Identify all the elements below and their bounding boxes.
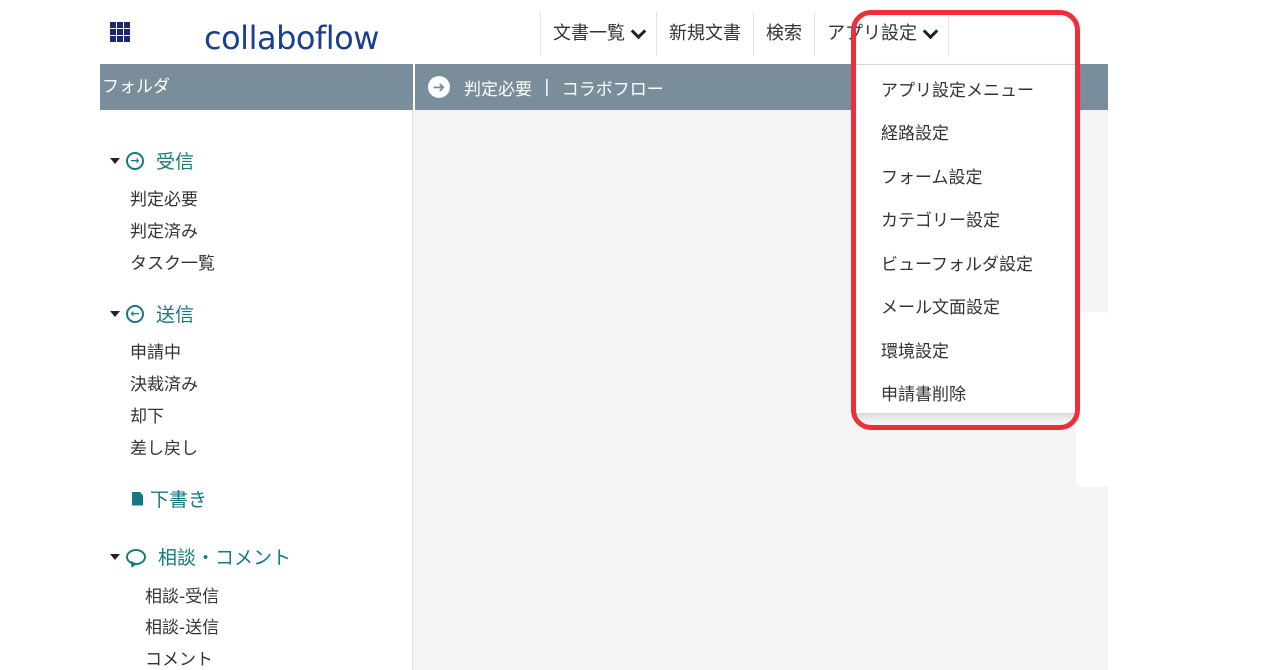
menu-item-environment-settings[interactable]: 環境設定 bbox=[881, 337, 949, 362]
sidebar-item-in-progress[interactable]: 申請中 bbox=[130, 338, 181, 363]
nav-search[interactable]: 検索 bbox=[753, 12, 814, 56]
sidebar-item-approved[interactable]: 決裁済み bbox=[130, 370, 198, 395]
top-bar: collaboflow 文書一覧 新規文書 検索 アプリ設定 bbox=[100, 12, 1108, 64]
sidebar-item-task-list[interactable]: タスク一覧 bbox=[130, 249, 215, 274]
menu-item-app-settings-menu[interactable]: アプリ設定メニュー bbox=[881, 76, 1034, 101]
section-outbox-title: 送信 bbox=[156, 304, 195, 326]
sidebar-item-consult-sent[interactable]: 相談-送信 bbox=[145, 613, 219, 638]
breadcrumb-current: 判定必要 bbox=[464, 79, 532, 100]
sidebar: → 受信 判定必要 判定済み タスク一覧 ← 送信 申請中 決裁済み 却下 差し… bbox=[100, 110, 413, 670]
nav-app-settings[interactable]: アプリ設定 bbox=[814, 12, 949, 56]
section-consult-title: 相談・コメント bbox=[158, 547, 292, 569]
menu-item-category-settings[interactable]: カテゴリー設定 bbox=[881, 206, 1000, 231]
chat-bubble-icon bbox=[126, 548, 146, 565]
chevron-down-icon bbox=[922, 23, 939, 39]
grid-icon[interactable] bbox=[110, 22, 130, 42]
document-icon bbox=[132, 491, 143, 506]
section-draft-title: 下書き bbox=[150, 489, 208, 511]
sidebar-header: フォルダ bbox=[100, 64, 415, 110]
section-consult[interactable]: 相談・コメント bbox=[110, 543, 291, 570]
sidebar-item-rejected[interactable]: 却下 bbox=[130, 402, 164, 427]
nav-documents[interactable]: 文書一覧 bbox=[540, 12, 656, 56]
app-settings-dropdown: アプリ設定メニュー 経路設定 フォーム設定 カテゴリー設定 ビューフォルダ設定 … bbox=[855, 64, 1076, 414]
nav-new-document[interactable]: 新規文書 bbox=[656, 12, 753, 56]
menu-item-route-settings[interactable]: 経路設定 bbox=[881, 119, 949, 144]
sidebar-item-returned[interactable]: 差し戻し bbox=[130, 434, 198, 459]
section-inbox[interactable]: → 受信 bbox=[110, 147, 194, 174]
sidebar-item-needs-decision[interactable]: 判定必要 bbox=[130, 185, 198, 210]
logo[interactable]: collaboflow bbox=[204, 18, 379, 58]
arrow-right-circle-icon: → bbox=[126, 151, 144, 170]
sidebar-item-consult-received[interactable]: 相談-受信 bbox=[145, 582, 219, 607]
caret-down-icon[interactable] bbox=[110, 310, 120, 317]
main-nav: 文書一覧 新規文書 検索 アプリ設定 bbox=[540, 12, 949, 64]
sidebar-item-comment[interactable]: コメント bbox=[145, 645, 213, 670]
breadcrumb-separator: | bbox=[544, 77, 550, 97]
breadcrumb: ➜ 判定必要 | コラボフロー bbox=[428, 64, 664, 110]
section-draft[interactable]: 下書き bbox=[132, 485, 207, 512]
sidebar-item-decided[interactable]: 判定済み bbox=[130, 217, 198, 242]
caret-down-icon[interactable] bbox=[110, 553, 120, 560]
side-panel bbox=[1076, 312, 1108, 487]
nav-new-document-label: 新規文書 bbox=[669, 23, 741, 44]
nav-search-label: 検索 bbox=[766, 23, 802, 44]
caret-down-icon[interactable] bbox=[110, 157, 120, 164]
section-inbox-title: 受信 bbox=[156, 151, 195, 173]
arrow-right-circle-icon: ➜ bbox=[428, 76, 450, 98]
menu-item-form-settings[interactable]: フォーム設定 bbox=[881, 163, 983, 188]
breadcrumb-app: コラボフロー bbox=[561, 79, 664, 100]
nav-app-settings-label: アプリ設定 bbox=[827, 23, 917, 44]
menu-item-view-folder-settings[interactable]: ビューフォルダ設定 bbox=[881, 250, 1033, 275]
section-outbox[interactable]: ← 送信 bbox=[110, 300, 194, 327]
chevron-down-icon bbox=[630, 23, 647, 39]
nav-documents-label: 文書一覧 bbox=[553, 23, 625, 44]
menu-item-delete-application[interactable]: 申請書削除 bbox=[881, 380, 966, 405]
arrow-left-circle-icon: ← bbox=[126, 304, 144, 323]
menu-item-mail-template-settings[interactable]: メール文面設定 bbox=[881, 293, 1000, 318]
